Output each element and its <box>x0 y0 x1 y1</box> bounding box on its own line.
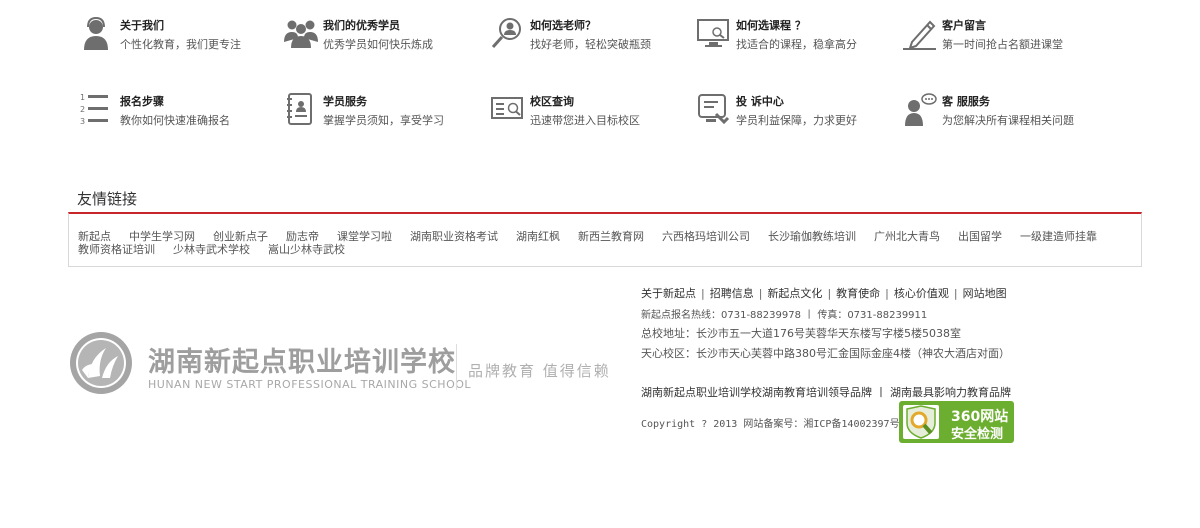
main-campus-address: 总校地址：长沙市五一大道176号芙蓉华天东楼写字楼5楼5038室 <box>641 327 961 340</box>
nav-separator: | <box>827 287 832 300</box>
nav-separator: | <box>701 287 705 300</box>
feature-title: 校区查询 <box>530 95 574 108</box>
friend-link[interactable]: 新西兰教育网 <box>578 230 644 243</box>
feature-desc: 个性化教育，我们更专注 <box>120 38 241 51</box>
monitor-icon <box>696 16 732 52</box>
feature-desc: 第一时间抢占名额进课堂 <box>942 38 1063 51</box>
tianxin-campus-address: 天心校区：长沙市天心芙蓉中路380号汇金国际金座4楼（神农大酒店对面） <box>641 347 1010 360</box>
magnifier-shield-icon <box>903 405 939 439</box>
feature-registration-steps[interactable]: 1 2 3 报名步骤 教你如何快速准确报名 <box>80 92 280 132</box>
feature-desc: 找好老师，轻松突破瓶颈 <box>530 38 651 51</box>
feature-student-service[interactable]: 学员服务 掌握学员须知，享受学习 <box>283 92 483 132</box>
friend-link[interactable]: 励志帝 <box>286 230 319 243</box>
teacher-search-icon <box>490 16 526 52</box>
friend-link[interactable]: 湖南职业资格考试 <box>410 230 498 243</box>
feature-campus-query[interactable]: 校区查询 迅速带您进入目标校区 <box>490 92 690 132</box>
friend-link[interactable]: 长沙瑜伽教练培训 <box>768 230 856 243</box>
copyright: Copyright ? 2013 网站备案号：湘ICP备14002397号-1 <box>641 419 912 430</box>
feature-about-us[interactable]: 关于我们 个性化教育，我们更专注 <box>80 16 280 56</box>
campus-search-icon <box>490 92 526 128</box>
feature-customer-service[interactable]: 客 服服务 为您解决所有课程相关问题 <box>902 92 1102 132</box>
friend-link[interactable]: 一级建造师挂靠 <box>1020 230 1097 243</box>
footer-nav-link[interactable]: 网站地图 <box>963 287 1007 300</box>
school-name-cn: 湖南新起点职业培训学校 <box>148 347 456 378</box>
hotline: 新起点报名热线：0731-88239978 丨 传真：0731-88239911 <box>641 310 928 321</box>
footer-nav-link[interactable]: 新起点文化 <box>767 287 822 300</box>
brand-line: 湖南新起点职业培训学校湖南教育培训领导品牌 丨 湖南最具影响力教育品牌 <box>641 386 1011 399</box>
friend-links-title: 友情链接 <box>77 190 138 208</box>
friend-link[interactable]: 中学生学习网 <box>129 230 195 243</box>
footer-nav-link[interactable]: 招聘信息 <box>710 287 754 300</box>
feature-title: 我们的优秀学员 <box>323 19 400 32</box>
friend-link[interactable]: 创业新点子 <box>213 230 268 243</box>
feature-desc: 迅速带您进入目标校区 <box>530 114 640 127</box>
nav-separator: | <box>758 287 763 300</box>
person-icon <box>80 16 116 52</box>
complaint-icon <box>696 92 732 128</box>
feature-choose-course[interactable]: 如何选课程 ？ 找适合的课程，稳拿高分 <box>696 16 896 56</box>
school-logo: 湖南新起点职业培训学校 HUNAN NEW START PROFESSIONAL… <box>68 330 611 400</box>
nav-separator: | <box>885 287 889 300</box>
feature-desc: 教你如何快速准确报名 <box>120 114 230 127</box>
customer-service-icon <box>902 92 938 128</box>
feature-customer-message[interactable]: 客户留言 第一时间抢占名额进课堂 <box>902 16 1102 56</box>
feature-desc: 为您解决所有课程相关问题 <box>942 114 1074 127</box>
notebook-icon <box>283 92 319 128</box>
nav-separator: | <box>953 287 958 300</box>
feature-complaint-center[interactable]: 投 诉中心 学员利益保障，力求更好 <box>696 92 896 132</box>
friend-link[interactable]: 教师资格证培训 <box>78 243 155 256</box>
security-badge[interactable]: 360网站 安全检测 <box>899 401 1014 443</box>
svg-text:1: 1 <box>80 93 85 102</box>
feature-excellent-students[interactable]: 我们的优秀学员 优秀学员如何快乐炼成 <box>283 16 483 56</box>
svg-text:2: 2 <box>80 105 85 114</box>
logo-divider <box>456 344 457 390</box>
svg-text:3: 3 <box>80 117 85 126</box>
feature-title: 如何选老师？ <box>530 19 596 32</box>
feature-desc: 学员利益保障，力求更好 <box>736 114 857 127</box>
friend-link[interactable]: 嵩山少林寺武校 <box>268 243 345 256</box>
friend-link[interactable]: 课堂学习啦 <box>337 230 392 243</box>
feature-title: 学员服务 <box>323 95 367 108</box>
footer-nav-link[interactable]: 教育使命 <box>836 287 880 300</box>
feature-title: 如何选课程 ？ <box>736 19 806 32</box>
school-name-en: HUNAN NEW START PROFESSIONAL TRAINING SC… <box>148 378 472 391</box>
friend-link[interactable]: 新起点 <box>78 230 111 243</box>
school-seal-icon <box>68 330 134 396</box>
feature-choose-teacher[interactable]: 如何选老师？ 找好老师，轻松突破瓶颈 <box>490 16 690 56</box>
feature-desc: 找适合的课程，稳拿高分 <box>736 38 857 51</box>
footer-nav-link[interactable]: 关于新起点 <box>641 287 696 300</box>
feature-title: 关于我们 <box>120 19 164 32</box>
feature-title: 投 诉中心 <box>736 95 784 108</box>
friend-link[interactable]: 六西格玛培训公司 <box>662 230 750 243</box>
friend-links-box: 新起点 中学生学习网 创业新点子 励志帝 课堂学习啦 湖南职业资格考试 湖南红枫 新西兰教育网… <box>68 212 1142 267</box>
friend-link[interactable]: 湖南红枫 <box>516 230 560 243</box>
pen-icon <box>902 16 938 52</box>
friend-link[interactable]: 广州北大青鸟 <box>874 230 940 243</box>
feature-desc: 掌握学员须知，享受学习 <box>323 114 444 127</box>
friend-link[interactable]: 少林寺武术学校 <box>173 243 250 256</box>
slogan: 品牌教育 值得信赖 <box>468 362 611 380</box>
friend-links-list: 新起点 中学生学习网 创业新点子 励志帝 课堂学习啦 湖南职业资格考试 湖南红枫 新西兰教育网… <box>78 230 1138 256</box>
feature-title: 客 服服务 <box>942 95 990 108</box>
steps-list-icon: 1 2 3 <box>80 92 116 128</box>
friend-link[interactable]: 出国留学 <box>958 230 1002 243</box>
feature-title: 客户留言 <box>942 19 986 32</box>
feature-title: 报名步骤 <box>120 95 164 108</box>
group-icon <box>283 16 319 52</box>
footer-nav: 关于新起点 | 招聘信息 | 新起点文化 | 教育使命 | 核心价值观 | 网站地图 <box>641 285 1007 301</box>
badge-line2: 安全检测 <box>951 427 1004 442</box>
feature-desc: 优秀学员如何快乐炼成 <box>323 38 433 51</box>
footer-nav-link[interactable]: 核心价值观 <box>894 287 949 300</box>
